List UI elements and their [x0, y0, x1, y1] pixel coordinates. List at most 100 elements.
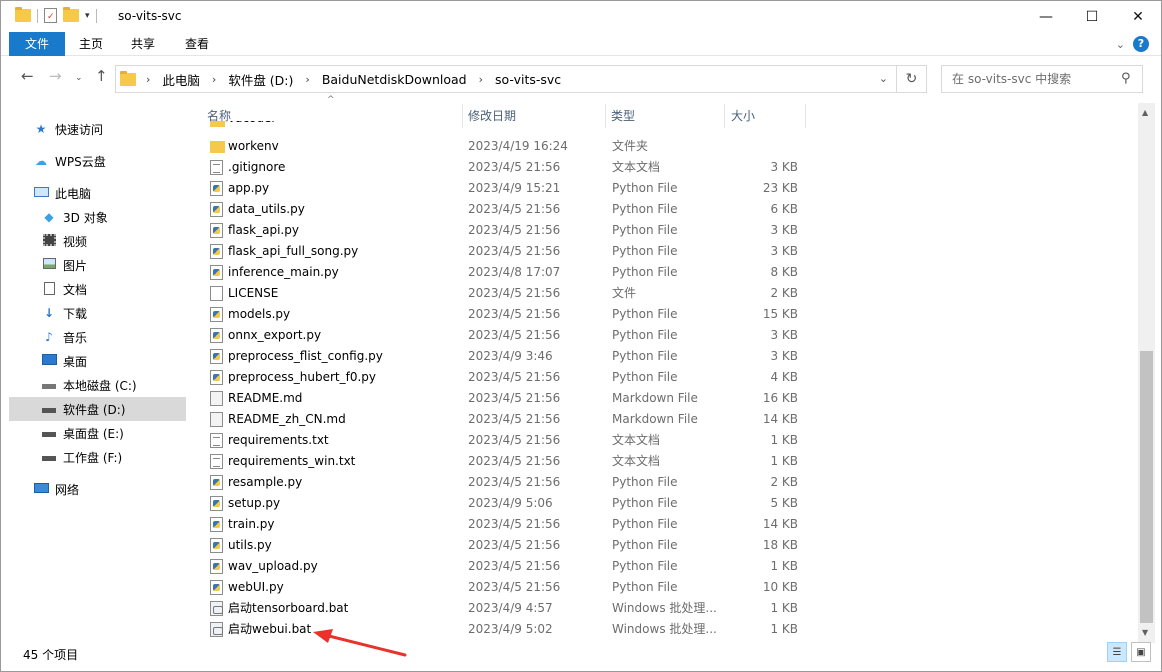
- python-file-icon: [210, 223, 223, 238]
- new-folder-icon[interactable]: [63, 7, 79, 22]
- file-row[interactable]: inference_main.py 2023/4/8 17:07 Python Fi…: [201, 262, 806, 283]
- help-icon[interactable]: ?: [1133, 36, 1149, 52]
- tab-view[interactable]: 查看: [177, 32, 217, 56]
- expand-ribbon-icon[interactable]: ⌄: [1116, 38, 1125, 51]
- sidebar-item-videos[interactable]: 视频: [9, 229, 186, 253]
- desktop-icon: [41, 354, 57, 368]
- large-icons-view-button[interactable]: ▣: [1131, 642, 1151, 662]
- file-size: 1 KB: [770, 454, 798, 468]
- file-row[interactable]: README.md 2023/4/5 21:56 Markdown File 16 K…: [201, 388, 806, 409]
- sidebar-item-wps-cloud[interactable]: ☁ WPS云盘: [9, 149, 186, 173]
- breadcrumb-item[interactable]: BaiduNetdiskDownload: [322, 72, 467, 87]
- properties-icon[interactable]: ✓: [44, 8, 57, 23]
- vertical-scrollbar[interactable]: ▲ ▼: [1138, 103, 1155, 643]
- minimize-button[interactable]: —: [1023, 1, 1069, 32]
- file-row[interactable]: preprocess_flist_config.py 2023/4/9 3:46 P…: [201, 346, 806, 367]
- sidebar-item-music[interactable]: ♪ 音乐: [9, 325, 186, 349]
- sidebar-item-documents[interactable]: 文档: [9, 277, 186, 301]
- scroll-down-icon[interactable]: ▼: [1142, 628, 1148, 637]
- file-row[interactable]: app.py 2023/4/9 15:21 Python File 23 KB: [201, 178, 806, 199]
- file-row[interactable]: requirements.txt 2023/4/5 21:56 文本文档 1 KB: [201, 430, 806, 451]
- python-file-icon: [210, 265, 223, 280]
- file-row[interactable]: wav_upload.py 2023/4/5 21:56 Python File 1 …: [201, 556, 806, 577]
- file-date: 2023/4/5 21:56: [468, 454, 561, 468]
- file-row[interactable]: resample.py 2023/4/5 21:56 Python File 2 KB: [201, 472, 806, 493]
- sidebar-item-drive-e[interactable]: 桌面盘 (E:): [9, 421, 186, 445]
- file-row[interactable]: flask_api.py 2023/4/5 21:56 Python File 3 K…: [201, 220, 806, 241]
- file-row[interactable]: preprocess_hubert_f0.py 2023/4/5 21:56 Pyt…: [201, 367, 806, 388]
- file-name: 启动tensorboard.bat: [228, 601, 349, 615]
- maximize-button[interactable]: ☐: [1069, 1, 1115, 32]
- sidebar-item-network[interactable]: 网络: [9, 477, 186, 501]
- tab-share[interactable]: 共享: [123, 32, 163, 56]
- file-row[interactable]: .gitignore 2023/4/5 21:56 文本文档 3 KB: [201, 157, 806, 178]
- sidebar-item-pictures[interactable]: 图片: [9, 253, 186, 277]
- file-row[interactable]: train.py 2023/4/5 21:56 Python File 14 KB: [201, 514, 806, 535]
- file-row[interactable]: requirements_win.txt 2023/4/5 21:56 文本文档 1 …: [201, 451, 806, 472]
- picture-icon: [41, 258, 57, 272]
- folder-icon[interactable]: [15, 7, 31, 22]
- file-size: 4 KB: [770, 370, 798, 384]
- refresh-icon: ↻: [905, 71, 918, 87]
- sidebar-item-label: 软件盘 (D:): [63, 402, 126, 417]
- chevron-right-icon[interactable]: ›: [146, 73, 150, 86]
- sidebar-item-desktop[interactable]: 桌面: [9, 349, 186, 373]
- chevron-right-icon[interactable]: ›: [479, 73, 483, 86]
- file-row[interactable]: 启动webui.bat 2023/4/9 5:02 Windows 批处理... 1 …: [201, 619, 806, 640]
- refresh-button[interactable]: ↻: [897, 65, 927, 93]
- sidebar-item-downloads[interactable]: ↓ 下载: [9, 301, 186, 325]
- file-row[interactable]: data_utils.py 2023/4/5 21:56 Python File 6 …: [201, 199, 806, 220]
- up-icon[interactable]: ↑: [95, 67, 108, 85]
- file-row[interactable]: utils.py 2023/4/5 21:56 Python File 18 KB: [201, 535, 806, 556]
- sidebar-item-3d-objects[interactable]: ◆ 3D 对象: [9, 205, 186, 229]
- breadcrumb-item[interactable]: 此电脑: [162, 70, 200, 89]
- chevron-right-icon[interactable]: ›: [212, 73, 216, 86]
- close-button[interactable]: ✕: [1115, 1, 1161, 32]
- file-list: vacoder workenv 2023/4/19 16:24 文件夹 .gitign…: [201, 121, 1141, 643]
- ribbon-right-controls: ⌄ ?: [1116, 36, 1149, 52]
- file-type: Python File: [612, 580, 678, 594]
- tab-home[interactable]: 主页: [71, 32, 111, 56]
- tab-file[interactable]: 文件: [9, 32, 65, 56]
- sidebar-item-drive-d[interactable]: 软件盘 (D:): [9, 397, 186, 421]
- video-icon: [41, 234, 57, 248]
- sidebar-item-label: 下载: [63, 306, 88, 321]
- sidebar-item-drive-c[interactable]: 本地磁盘 (C:): [9, 373, 186, 397]
- recent-locations-icon[interactable]: ⌄: [75, 73, 83, 83]
- file-row[interactable]: workenv 2023/4/19 16:24 文件夹: [201, 136, 806, 157]
- customize-toolbar-icon[interactable]: ▾: [85, 11, 90, 21]
- file-size: 6 KB: [770, 202, 798, 216]
- sidebar-item-drive-f[interactable]: 工作盘 (F:): [9, 445, 186, 469]
- chevron-down-icon[interactable]: ⌄: [879, 72, 888, 85]
- file-row[interactable]: 启动tensorboard.bat 2023/4/9 4:57 Windows 批处…: [201, 598, 806, 619]
- breadcrumb-item[interactable]: so-vits-svc: [495, 72, 561, 87]
- file-row[interactable]: setup.py 2023/4/9 5:06 Python File 5 KB: [201, 493, 806, 514]
- file-row[interactable]: onnx_export.py 2023/4/5 21:56 Python File 3…: [201, 325, 806, 346]
- sidebar-item-label: 快速访问: [55, 122, 104, 137]
- python-file-icon: [210, 517, 223, 532]
- batch-file-icon: [210, 601, 223, 616]
- file-row[interactable]: README_zh_CN.md 2023/4/5 21:56 Markdown Fi…: [201, 409, 806, 430]
- file-size: 3 KB: [770, 244, 798, 258]
- file-row[interactable]: models.py 2023/4/5 21:56 Python File 15 KB: [201, 304, 806, 325]
- file-row[interactable]: flask_api_full_song.py 2023/4/5 21:56 Pyth…: [201, 241, 806, 262]
- back-icon[interactable]: ←: [21, 67, 34, 85]
- breadcrumb-item[interactable]: 软件盘 (D:): [228, 70, 293, 89]
- search-input[interactable]: 在 so-vits-svc 中搜索: [941, 65, 1143, 93]
- file-size: 23 KB: [762, 181, 798, 195]
- scrollbar-thumb[interactable]: [1140, 351, 1153, 623]
- details-view-button[interactable]: ☰: [1107, 642, 1127, 662]
- scroll-up-icon[interactable]: ▲: [1142, 108, 1148, 117]
- forward-icon[interactable]: →: [49, 67, 62, 85]
- file-row[interactable]: webUI.py 2023/4/5 21:56 Python File 10 KB: [201, 577, 806, 598]
- search-icon[interactable]: ⚲: [1121, 71, 1131, 86]
- file-row[interactable]: LICENSE 2023/4/5 21:56 文件 2 KB: [201, 283, 806, 304]
- sidebar-item-this-pc[interactable]: 此电脑: [9, 181, 186, 205]
- chevron-right-icon[interactable]: ›: [305, 73, 309, 86]
- file-name: README.md: [228, 391, 303, 405]
- sidebar-item-label: 视频: [63, 234, 88, 249]
- sidebar-item-quick-access[interactable]: ★ 快速访问: [9, 117, 186, 141]
- file-name: webUI.py: [228, 580, 284, 594]
- address-bar[interactable]: › 此电脑 › 软件盘 (D:) › BaiduNetdiskDownload …: [115, 65, 897, 93]
- file-name: data_utils.py: [228, 202, 305, 216]
